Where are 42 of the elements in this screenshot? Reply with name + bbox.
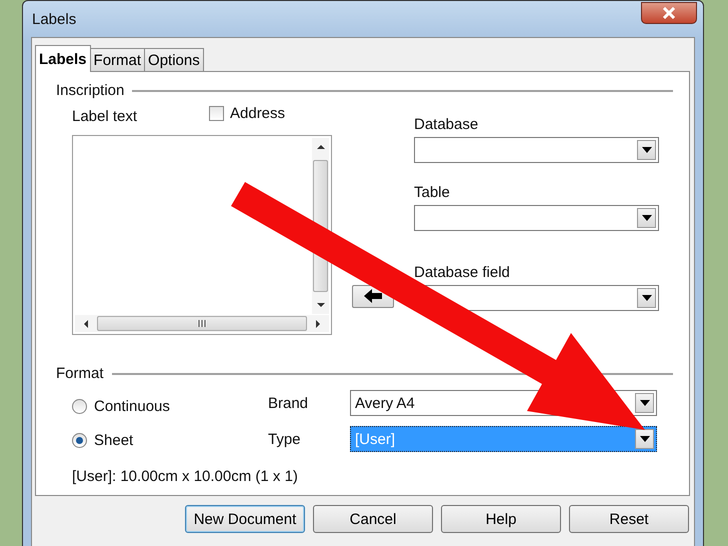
dialog-button[interactable]: New Document xyxy=(185,505,305,533)
radio-label: Continuous xyxy=(94,398,170,415)
tab[interactable]: Format xyxy=(90,48,146,71)
field-label: Brand xyxy=(268,394,310,412)
label-text-label: Label text xyxy=(72,108,138,124)
scroll-up-icon xyxy=(316,144,324,150)
field-label: Database field xyxy=(414,263,511,281)
radio-option[interactable]: Sheet xyxy=(72,432,268,449)
dialog-button[interactable]: Reset xyxy=(569,505,689,533)
close-button[interactable] xyxy=(641,2,697,24)
scroll-left-icon xyxy=(83,320,89,328)
dropdown-icon xyxy=(640,436,650,442)
dropdown[interactable] xyxy=(414,205,659,231)
checkbox-label: Address xyxy=(230,104,286,122)
address-checkbox[interactable]: Address xyxy=(209,104,286,122)
group-heading: Inscription xyxy=(56,82,124,99)
dialog-button[interactable]: Help xyxy=(441,505,561,533)
field-label: Type xyxy=(268,430,302,448)
tab[interactable]: Options xyxy=(144,48,204,71)
group-heading: Format xyxy=(56,365,104,382)
dropdown-value: Avery A4 xyxy=(354,394,415,412)
close-icon xyxy=(661,7,677,19)
tab[interactable]: Labels xyxy=(35,45,91,72)
radio-option[interactable]: Continuous xyxy=(72,398,268,415)
left-arrow-icon xyxy=(363,289,383,303)
radio-label: Sheet xyxy=(94,432,134,449)
field-label: Table xyxy=(414,183,451,201)
scroll-right-icon xyxy=(315,320,321,328)
dropdown-value: [User] xyxy=(354,430,396,448)
horizontal-scrollbar[interactable] xyxy=(75,315,329,332)
label-size-text: [User]: 10.00cm x 10.00cm (1 x 1) xyxy=(71,468,299,485)
dropdown[interactable] xyxy=(414,137,659,163)
dropdown-icon xyxy=(642,295,652,301)
scroll-down-icon xyxy=(316,302,324,308)
grip-icon xyxy=(197,320,207,327)
dropdown-icon xyxy=(642,215,652,221)
dialog-button[interactable]: Cancel xyxy=(313,505,433,533)
field-label: Database xyxy=(414,115,480,133)
window-title: Labels xyxy=(32,10,76,28)
dropdown-icon xyxy=(642,147,652,153)
dropdown-icon xyxy=(640,400,650,406)
label-text-field[interactable] xyxy=(72,135,332,335)
